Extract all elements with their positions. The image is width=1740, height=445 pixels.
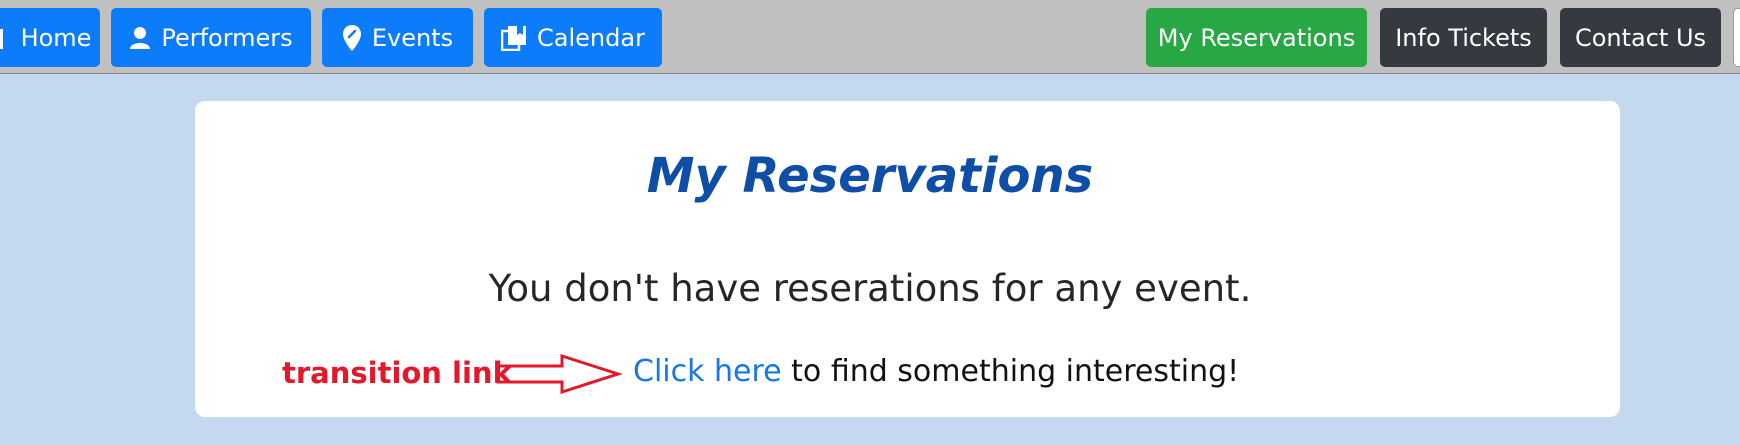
nav-my-reservations-label: My Reservations [1157, 23, 1356, 52]
link-suffix-text: to find something interesting! [781, 354, 1240, 389]
person-icon [129, 26, 151, 50]
find-events-line: Click here to find something interesting… [633, 352, 1239, 392]
nav-home-button[interactable]: Home [0, 8, 100, 67]
nav-events-button[interactable]: Events [322, 8, 473, 67]
home-icon [0, 25, 11, 51]
annotation-arrow-icon [496, 353, 623, 395]
nav-contact-us-button[interactable]: Contact Us [1560, 8, 1721, 67]
nav-partial-button[interactable] [1733, 8, 1740, 67]
nav-events-label: Events [371, 23, 454, 52]
book-icon [501, 25, 527, 51]
nav-contact-us-label: Contact Us [1574, 23, 1707, 52]
empty-state-message: You don't have reserations for any event… [488, 267, 1252, 310]
nav-performers-button[interactable]: Performers [111, 8, 311, 67]
click-here-link[interactable]: Click here [633, 354, 782, 389]
page-title: My Reservations [646, 148, 1094, 204]
nav-calendar-label: Calendar [537, 23, 645, 52]
annotation-label: transition link [282, 356, 512, 390]
nav-info-tickets-label: Info Tickets [1395, 23, 1532, 52]
nav-my-reservations-button[interactable]: My Reservations [1146, 8, 1367, 67]
location-pin-icon [342, 24, 362, 52]
nav-calendar-button[interactable]: Calendar [484, 8, 662, 67]
nav-info-tickets-button[interactable]: Info Tickets [1380, 8, 1547, 67]
top-navbar: Home Performers Events Calendar My Reser… [0, 0, 1740, 74]
nav-home-label: Home [20, 23, 92, 52]
nav-performers-label: Performers [161, 23, 293, 52]
